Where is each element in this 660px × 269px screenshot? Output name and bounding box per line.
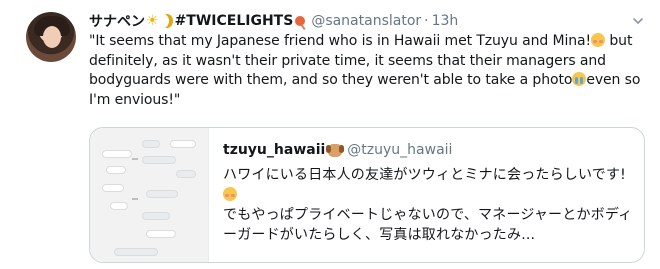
separator-dot: · — [424, 13, 429, 29]
chat-bubble — [170, 140, 196, 148]
tweet-header: サナペン ☀ #TWICELIGHTS @sanatanslator · 13h — [89, 11, 458, 31]
chat-bubble — [142, 212, 170, 220]
avatar[interactable] — [26, 12, 76, 62]
chevron-down-icon[interactable] — [632, 15, 644, 27]
dog-emoji-icon — [326, 143, 345, 157]
tweet[interactable]: サナペン ☀ #TWICELIGHTS @sanatanslator · 13h… — [0, 0, 660, 269]
quoted-text-part-1: ハワイにいる日本人の友達がツウィとミナに会ったらしいです! — [223, 167, 626, 183]
chat-bubble — [106, 166, 126, 174]
tweet-text-part-1: "It seems that my Japanese friend who is… — [89, 33, 592, 49]
hashtag-link[interactable]: #TWICELIGHTS — [175, 13, 294, 29]
sun-emoji-icon: ☀ — [146, 13, 159, 29]
chat-bubble — [102, 150, 132, 158]
quoted-tweet[interactable]: tzuyu_hawaii @tzuyu_hawaii ハワイにいる日本人の友達が… — [89, 127, 645, 263]
timestamp[interactable]: 13h — [432, 13, 459, 29]
chat-divider — [132, 158, 138, 160]
crying-face-emoji-icon — [572, 72, 587, 86]
flushed-face-emoji-icon — [223, 187, 237, 201]
quoted-tweet-text: ハワイにいる日本人の友達がツウィとミナに会ったらしいです! でもやっぱプライベート… — [223, 165, 639, 245]
chat-bubble — [110, 202, 128, 210]
chat-bubble — [146, 230, 176, 238]
chat-bubble — [102, 184, 124, 192]
author-handle[interactable]: @sanatanslator — [311, 13, 421, 29]
quoted-tweet-header: tzuyu_hawaii @tzuyu_hawaii — [223, 142, 452, 158]
avatar-face — [43, 26, 61, 48]
chat-divider — [132, 198, 138, 200]
display-name[interactable]: サナペン — [89, 11, 145, 31]
chat-bubble — [176, 170, 196, 178]
quoted-author-handle[interactable]: @tzuyu_hawaii — [347, 142, 452, 158]
quoted-display-name[interactable]: tzuyu_hawaii — [223, 142, 325, 158]
chat-bubble — [146, 190, 178, 198]
quoted-text-part-2: でもやっぱプライベートじゃないので、マネージャーとかボディーガードがいたらしく、… — [223, 207, 633, 243]
chat-bubble — [114, 248, 158, 256]
moon-emoji-icon — [161, 14, 173, 28]
chat-bubble — [142, 156, 176, 164]
flushed-face-emoji-icon — [591, 33, 606, 47]
lollipop-emoji-icon — [295, 16, 306, 26]
quoted-tweet-image[interactable] — [90, 128, 209, 262]
chat-bubble — [142, 140, 160, 148]
tweet-text: "It seems that my Japanese friend who is… — [89, 32, 645, 110]
